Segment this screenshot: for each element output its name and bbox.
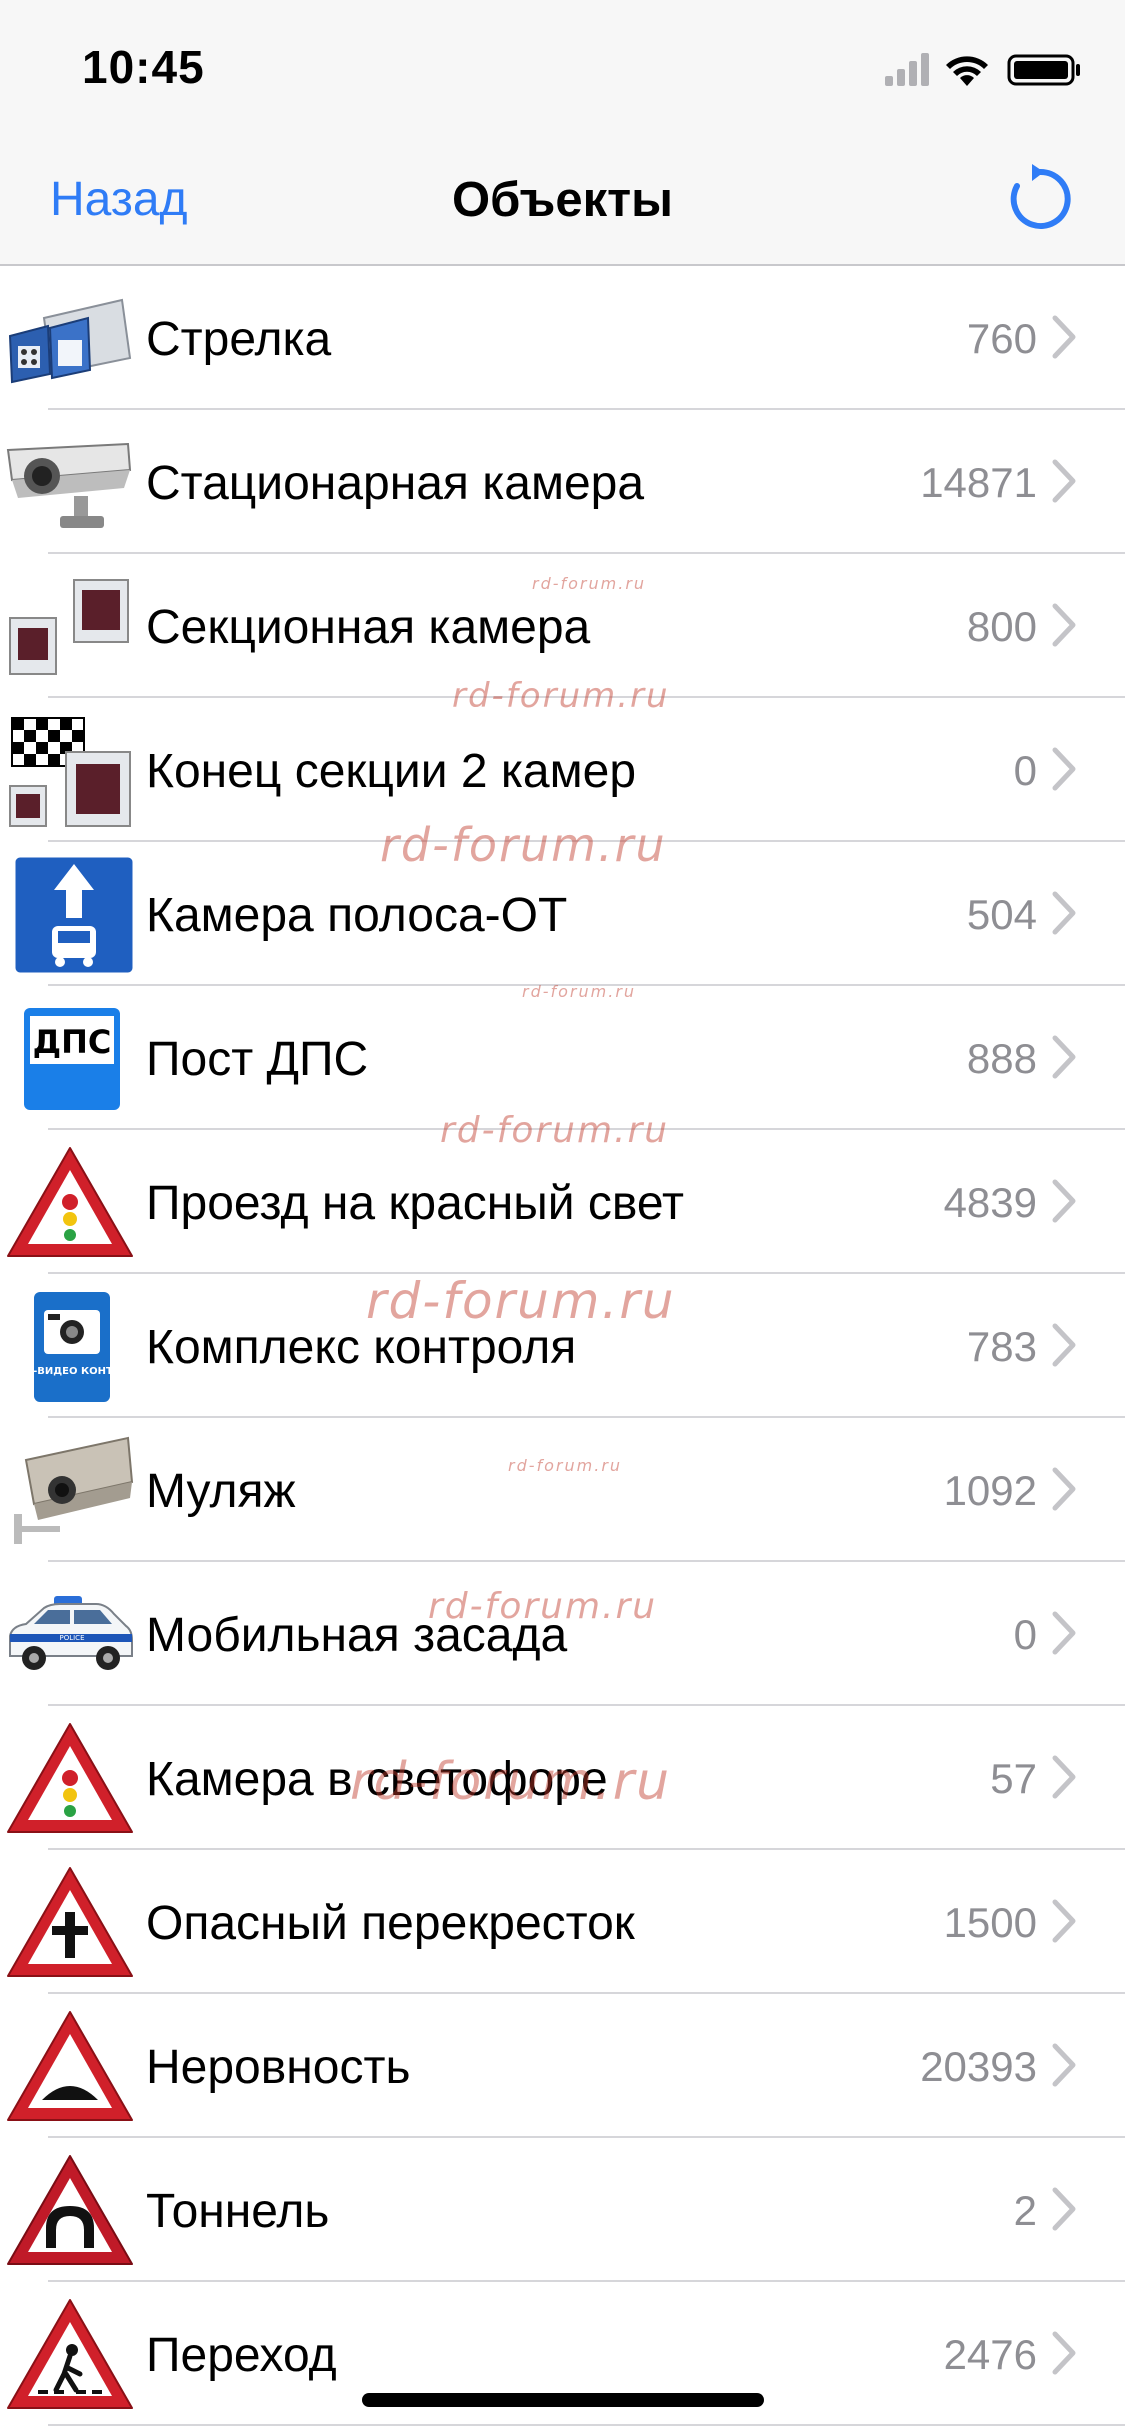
- chevron-right-icon: [1052, 1467, 1076, 1511]
- item-count: 504: [966, 891, 1037, 938]
- home-indicator[interactable]: [362, 2393, 764, 2407]
- watermark: rd-forum.ru: [508, 1456, 623, 1475]
- bus-lane-sign-icon: [4, 854, 136, 976]
- item-label: Секционная камера: [146, 601, 591, 654]
- refresh-icon[interactable]: [1005, 164, 1075, 234]
- item-label: Переход: [146, 2329, 337, 2382]
- dps-post-sign-icon: ДПС: [4, 998, 136, 1120]
- status-icons: [885, 53, 1080, 86]
- item-count: 760: [966, 315, 1037, 362]
- item-label: Конец секции 2 камер: [146, 745, 637, 798]
- item-count: 1092: [943, 1467, 1037, 1514]
- item-count: 2: [1013, 2187, 1037, 2234]
- dps-sign-text: ДПС: [33, 1023, 112, 1061]
- item-label: Тоннель: [146, 2185, 330, 2238]
- item-count: 57: [990, 1755, 1037, 1802]
- chevron-right-icon: [1052, 1755, 1076, 1799]
- chevron-right-icon: [1052, 2187, 1076, 2231]
- traffic-light-warning-icon: [4, 1142, 136, 1264]
- chevron-right-icon: [1052, 1611, 1076, 1655]
- tunnel-warning-icon: [4, 2150, 136, 2272]
- chevron-right-icon: [1052, 2043, 1076, 2087]
- chevron-right-icon: [1052, 2331, 1076, 2375]
- signal-icon: [885, 53, 929, 86]
- police-car-icon: POLICE: [4, 1574, 136, 1696]
- item-label: Пост ДПС: [146, 1033, 369, 1086]
- status-bar: 10:45: [0, 0, 1125, 132]
- section-end-flag-icon: [4, 710, 136, 832]
- item-count: 783: [966, 1323, 1037, 1370]
- list-item[interactable]: Опасный перекресток 1500: [0, 1850, 1125, 1994]
- item-count: 800: [966, 603, 1037, 650]
- item-label: Муляж: [146, 1465, 296, 1518]
- list-item[interactable]: Неровность 20393: [0, 1994, 1125, 2138]
- list-item[interactable]: Тоннель 2: [0, 2138, 1125, 2282]
- status-time: 10:45: [82, 41, 205, 93]
- item-label: Неровность: [146, 2041, 411, 2094]
- navigation-bar: Назад Объекты: [0, 132, 1125, 266]
- back-button[interactable]: Назад: [50, 172, 188, 227]
- wifi-icon: [946, 56, 988, 86]
- watermark: rd-forum.ru: [522, 982, 637, 1001]
- speed-bump-warning-icon: [4, 2006, 136, 2128]
- stationary-camera-icon: [4, 422, 136, 544]
- battery-icon: [1007, 54, 1080, 86]
- dummy-camera-icon: [4, 1430, 136, 1552]
- police-car-text: POLICE: [59, 1634, 84, 1642]
- strelka-camera-icon: [4, 278, 136, 400]
- section-camera-icon: [4, 566, 136, 688]
- list-item[interactable]: POLICE Мобильная засада 0: [0, 1562, 1125, 1706]
- watermark: rd-forum.ru: [532, 574, 647, 593]
- item-label: Камера полоса-ОТ: [146, 889, 568, 942]
- chevron-right-icon: [1052, 1899, 1076, 1943]
- pedestrian-crossing-warning-icon: [4, 2294, 136, 2416]
- list-item[interactable]: Муляж 1092: [0, 1418, 1125, 1562]
- chevron-right-icon: [1052, 891, 1076, 935]
- item-label: Опасный перекресток: [146, 1897, 635, 1950]
- list-item[interactable]: Проезд на красный свет 4839: [0, 1130, 1125, 1274]
- chevron-right-icon: [1052, 603, 1076, 647]
- item-count: 888: [966, 1035, 1037, 1082]
- chevron-right-icon: [1052, 1323, 1076, 1367]
- chevron-right-icon: [1052, 459, 1076, 503]
- traffic-light-warning-icon: [4, 1718, 136, 1840]
- item-count: 1500: [943, 1899, 1037, 1946]
- list-item[interactable]: ДПС Пост ДПС 888: [0, 986, 1125, 1130]
- item-label: Стрелка: [146, 313, 332, 366]
- chevron-right-icon: [1052, 1035, 1076, 1079]
- item-count: 0: [1013, 747, 1037, 794]
- chevron-right-icon: [1052, 1179, 1076, 1223]
- item-label: Стационарная камера: [146, 457, 645, 510]
- watermark: rd-forum.ru: [366, 1272, 676, 1330]
- item-label: Проезд на красный свет: [146, 1177, 684, 1230]
- watermark: rd-forum.ru: [452, 676, 670, 716]
- watermark: rd-forum.ru: [440, 1110, 670, 1151]
- item-count: 0: [1013, 1611, 1037, 1658]
- list-item[interactable]: Стрелка 760: [0, 266, 1125, 410]
- photo-video-control-sign-icon: ФОТО-ВИДЕО КОНТРОЛЬ: [4, 1286, 136, 1408]
- item-count: 14871: [920, 459, 1037, 506]
- intersection-warning-icon: [4, 1862, 136, 1984]
- watermark: rd-forum.ru: [380, 818, 667, 872]
- item-count: 4839: [943, 1179, 1037, 1226]
- list-item[interactable]: Стационарная камера 14871: [0, 410, 1125, 554]
- chevron-right-icon: [1052, 747, 1076, 791]
- item-count: 2476: [943, 2331, 1037, 2378]
- item-count: 20393: [920, 2043, 1037, 2090]
- watermark: rd-forum.ru: [350, 1752, 672, 1812]
- chevron-right-icon: [1052, 315, 1076, 359]
- watermark: rd-forum.ru: [428, 1586, 658, 1627]
- photo-video-sign-text: ФОТО-ВИДЕО КОНТРОЛЬ: [4, 1366, 136, 1377]
